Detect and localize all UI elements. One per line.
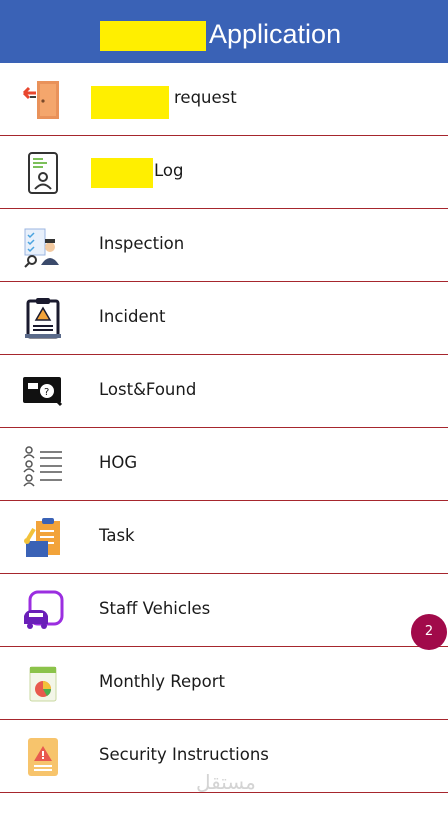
id-card-icon (20, 150, 66, 196)
menu-item-label: Log (154, 161, 184, 180)
menu-item-request[interactable]: request (0, 63, 448, 136)
menu-item-label: Staff Vehicles (99, 599, 211, 618)
people-list-icon (20, 442, 66, 488)
menu-item-label: Inspection (99, 234, 185, 253)
watermark-logo: مستقل (196, 770, 256, 794)
menu-item-staff-vehicles[interactable]: Staff Vehicles (0, 574, 448, 647)
redacted-text-block (91, 158, 153, 188)
menu-item-inspection[interactable]: Inspection (0, 209, 448, 282)
lost-found-icon: ? (20, 369, 66, 415)
menu-item-monthly-report[interactable]: Monthly Report (0, 647, 448, 720)
redacted-text-block (100, 21, 206, 51)
incident-report-icon (20, 296, 66, 342)
menu-item-hog[interactable]: HOG (0, 428, 448, 501)
redacted-text-block (91, 86, 169, 119)
door-exit-icon (20, 77, 66, 123)
menu-item-label: Lost&Found (99, 380, 197, 399)
monthly-report-icon (20, 661, 66, 707)
menu-item-label: Security Instructions (99, 745, 269, 764)
menu-item-log[interactable]: Log (0, 136, 448, 209)
menu-item-label: Incident (99, 307, 166, 326)
menu-item-label: Task (99, 526, 135, 545)
menu-item-incident[interactable]: Incident (0, 282, 448, 355)
menu-list: request Log Inspection Incident ? Lost&F… (0, 63, 448, 793)
notification-badge[interactable]: 2 (411, 614, 447, 650)
security-instructions-icon (20, 734, 66, 780)
menu-item-label: request (174, 88, 237, 107)
menu-item-label: Monthly Report (99, 672, 226, 691)
app-title: Application (209, 19, 342, 49)
menu-item-task[interactable]: Task (0, 501, 448, 574)
menu-item-label: HOG (99, 453, 138, 472)
task-clipboard-icon (20, 515, 66, 561)
vehicle-icon (20, 588, 66, 634)
menu-item-lost-found[interactable]: ? Lost&Found (0, 355, 448, 428)
inspector-checklist-icon (20, 223, 66, 269)
app-header: Application (0, 0, 448, 63)
svg-text:?: ? (44, 387, 49, 398)
